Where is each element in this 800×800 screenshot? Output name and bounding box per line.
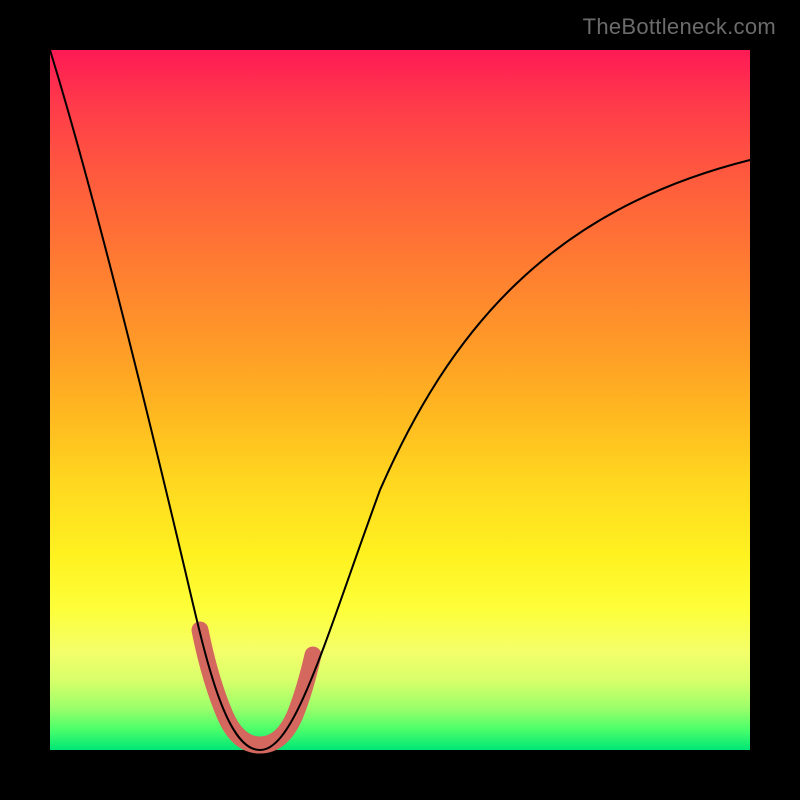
chart-frame: TheBottleneck.com: [0, 0, 800, 800]
watermark-text: TheBottleneck.com: [583, 14, 776, 40]
curve-layer: [50, 50, 750, 750]
plot-area: [50, 50, 750, 750]
bottleneck-curve: [50, 50, 750, 750]
bottleneck-highlight: [200, 630, 313, 745]
